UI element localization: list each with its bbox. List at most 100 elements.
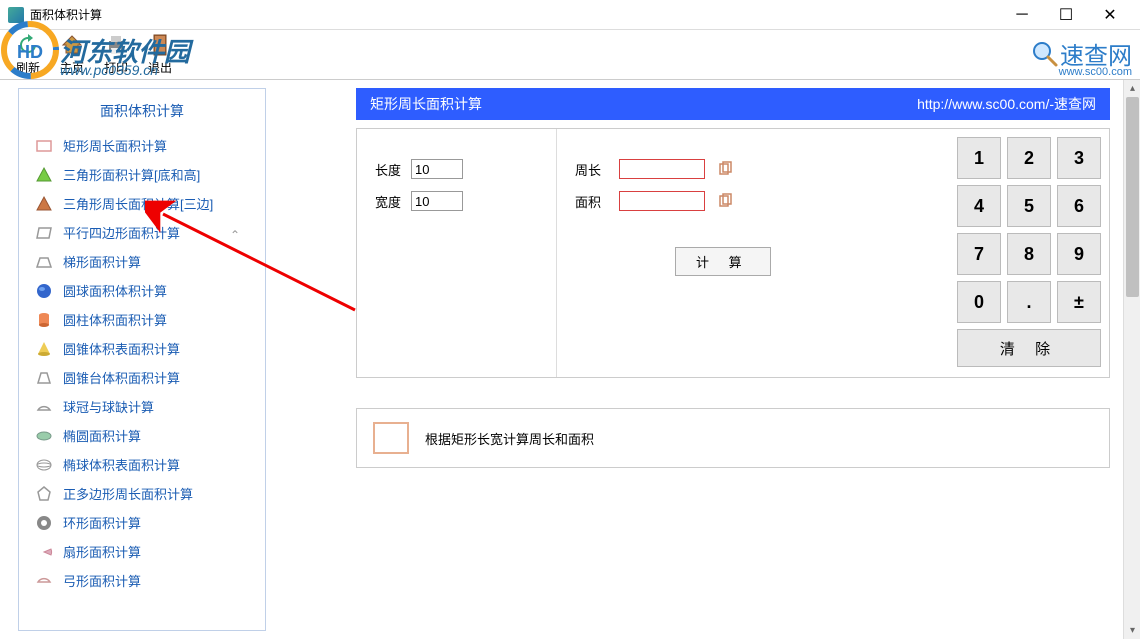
home-button[interactable]: 主页 — [60, 33, 84, 76]
cylinder-icon — [35, 311, 53, 329]
sidebar-item-label: 圆锥体积表面积计算 — [63, 339, 180, 358]
cone-icon — [35, 340, 53, 358]
sidebar-item-label: 扇形面积计算 — [63, 542, 141, 561]
output-column: 周长 面积 计 算 — [557, 129, 949, 377]
sidebar-item-cone-frustum[interactable]: 圆锥台体积面积计算 — [19, 363, 265, 392]
sidebar-item-cone[interactable]: 圆锥体积表面积计算 — [19, 334, 265, 363]
sidebar-chevron-icon[interactable]: ⌃ — [230, 228, 240, 242]
copy-icon[interactable] — [717, 193, 733, 209]
sidebar-item-triangle-bh[interactable]: 三角形面积计算[底和高] — [19, 160, 265, 189]
ellipse-icon — [35, 427, 53, 445]
sidebar-item-sector[interactable]: 扇形面积计算 — [19, 537, 265, 566]
print-button[interactable]: 打印 — [104, 33, 128, 76]
sidebar-title: 面积体积计算 — [19, 95, 265, 131]
sidebar: 面积体积计算 矩形周长面积计算 三角形面积计算[底和高] 三角形周长面积计算[三… — [18, 88, 266, 631]
key-0[interactable]: 0 — [957, 281, 1001, 323]
area-output[interactable] — [619, 191, 705, 211]
segment-icon — [35, 572, 53, 590]
shape-preview-icon — [373, 422, 409, 454]
length-input[interactable] — [411, 159, 463, 179]
key-5[interactable]: 5 — [1007, 185, 1051, 227]
refresh-label: 刷新 — [16, 59, 40, 76]
key-9[interactable]: 9 — [1057, 233, 1101, 275]
area-label: 面积 — [575, 192, 607, 211]
sidebar-item-label: 三角形面积计算[底和高] — [63, 165, 200, 184]
sidebar-item-label: 球冠与球缺计算 — [63, 397, 154, 416]
key-plusminus[interactable]: ± — [1057, 281, 1101, 323]
page-title: 矩形周长面积计算 — [370, 94, 482, 114]
toolbar: 刷新 主页 打印 退出 — [0, 30, 1140, 80]
sidebar-item-label: 椭球体积表面积计算 — [63, 455, 180, 474]
app-icon — [8, 7, 24, 23]
home-label: 主页 — [60, 59, 84, 76]
cone-frustum-icon — [35, 369, 53, 387]
scrollbar-thumb[interactable] — [1126, 97, 1139, 297]
sidebar-item-label: 矩形周长面积计算 — [63, 136, 167, 155]
sidebar-item-rectangle[interactable]: 矩形周长面积计算 — [19, 131, 265, 160]
triangle-icon — [35, 166, 53, 184]
spherical-cap-icon — [35, 398, 53, 416]
key-7[interactable]: 7 — [957, 233, 1001, 275]
close-button[interactable]: ✕ — [1088, 0, 1132, 30]
sidebar-item-ellipsoid[interactable]: 椭球体积表面积计算 — [19, 450, 265, 479]
perimeter-output[interactable] — [619, 159, 705, 179]
sphere-icon — [35, 282, 53, 300]
rectangle-icon — [35, 137, 53, 155]
sidebar-item-parallelogram[interactable]: 平行四边形面积计算 — [19, 218, 265, 247]
sidebar-item-spherical-cap[interactable]: 球冠与球缺计算 — [19, 392, 265, 421]
key-6[interactable]: 6 — [1057, 185, 1101, 227]
sidebar-item-label: 正多边形周长面积计算 — [63, 484, 193, 503]
sidebar-item-triangle-3side[interactable]: 三角形周长面积计算[三边] — [19, 189, 265, 218]
key-dot[interactable]: . — [1007, 281, 1051, 323]
maximize-button[interactable]: ☐ — [1044, 0, 1088, 30]
scrollbar[interactable]: ▴ ▾ — [1123, 80, 1140, 639]
sidebar-item-trapezoid[interactable]: 梯形面积计算 — [19, 247, 265, 276]
minimize-button[interactable]: ─ — [1000, 0, 1044, 30]
sidebar-item-label: 梯形面积计算 — [63, 252, 141, 271]
width-label: 宽度 — [375, 192, 411, 211]
key-4[interactable]: 4 — [957, 185, 1001, 227]
sidebar-item-label: 环形面积计算 — [63, 513, 141, 532]
refresh-icon — [16, 33, 40, 57]
calculator-box: 长度 宽度 周长 面积 计 算 — [356, 128, 1110, 378]
keypad: 1 2 3 4 5 6 7 8 9 0 . ± — [949, 129, 1109, 377]
description-box: 根据矩形长宽计算周长和面积 — [356, 408, 1110, 468]
sidebar-item-label: 圆柱体积面积计算 — [63, 310, 167, 329]
sidebar-item-polygon[interactable]: 正多边形周长面积计算 — [19, 479, 265, 508]
length-label: 长度 — [375, 160, 411, 179]
sidebar-item-annulus[interactable]: 环形面积计算 — [19, 508, 265, 537]
sidebar-item-label: 平行四边形面积计算 — [63, 223, 180, 242]
input-column: 长度 宽度 — [357, 129, 557, 377]
exit-button[interactable]: 退出 — [148, 33, 172, 76]
description-text: 根据矩形长宽计算周长和面积 — [425, 429, 594, 448]
calculate-button[interactable]: 计 算 — [675, 247, 771, 276]
header-bar: 矩形周长面积计算 http://www.sc00.com/-速查网 — [356, 88, 1110, 120]
key-3[interactable]: 3 — [1057, 137, 1101, 179]
key-1[interactable]: 1 — [957, 137, 1001, 179]
triangle-icon — [35, 195, 53, 213]
sidebar-item-ellipse[interactable]: 椭圆面积计算 — [19, 421, 265, 450]
refresh-button[interactable]: 刷新 — [16, 33, 40, 76]
main-panel: 矩形周长面积计算 http://www.sc00.com/-速查网 长度 宽度 … — [266, 80, 1140, 639]
sidebar-item-cylinder[interactable]: 圆柱体积面积计算 — [19, 305, 265, 334]
scroll-up-icon[interactable]: ▴ — [1124, 80, 1140, 97]
window-title: 面积体积计算 — [30, 6, 1000, 23]
key-2[interactable]: 2 — [1007, 137, 1051, 179]
sidebar-item-sphere[interactable]: 圆球面积体积计算 — [19, 276, 265, 305]
scroll-down-icon[interactable]: ▾ — [1124, 622, 1140, 639]
home-icon — [60, 33, 84, 57]
polygon-icon — [35, 485, 53, 503]
title-bar: 面积体积计算 ─ ☐ ✕ — [0, 0, 1140, 30]
print-icon — [104, 33, 128, 57]
key-8[interactable]: 8 — [1007, 233, 1051, 275]
key-clear[interactable]: 清 除 — [957, 329, 1101, 367]
copy-icon[interactable] — [717, 161, 733, 177]
width-input[interactable] — [411, 191, 463, 211]
sidebar-item-label: 三角形周长面积计算[三边] — [63, 194, 213, 213]
source-link[interactable]: http://www.sc00.com/-速查网 — [917, 94, 1096, 114]
exit-label: 退出 — [148, 59, 172, 76]
content-area: 面积体积计算 矩形周长面积计算 三角形面积计算[底和高] 三角形周长面积计算[三… — [0, 80, 1140, 639]
sidebar-item-segment[interactable]: 弓形面积计算 — [19, 566, 265, 595]
parallelogram-icon — [35, 224, 53, 242]
ellipsoid-icon — [35, 456, 53, 474]
